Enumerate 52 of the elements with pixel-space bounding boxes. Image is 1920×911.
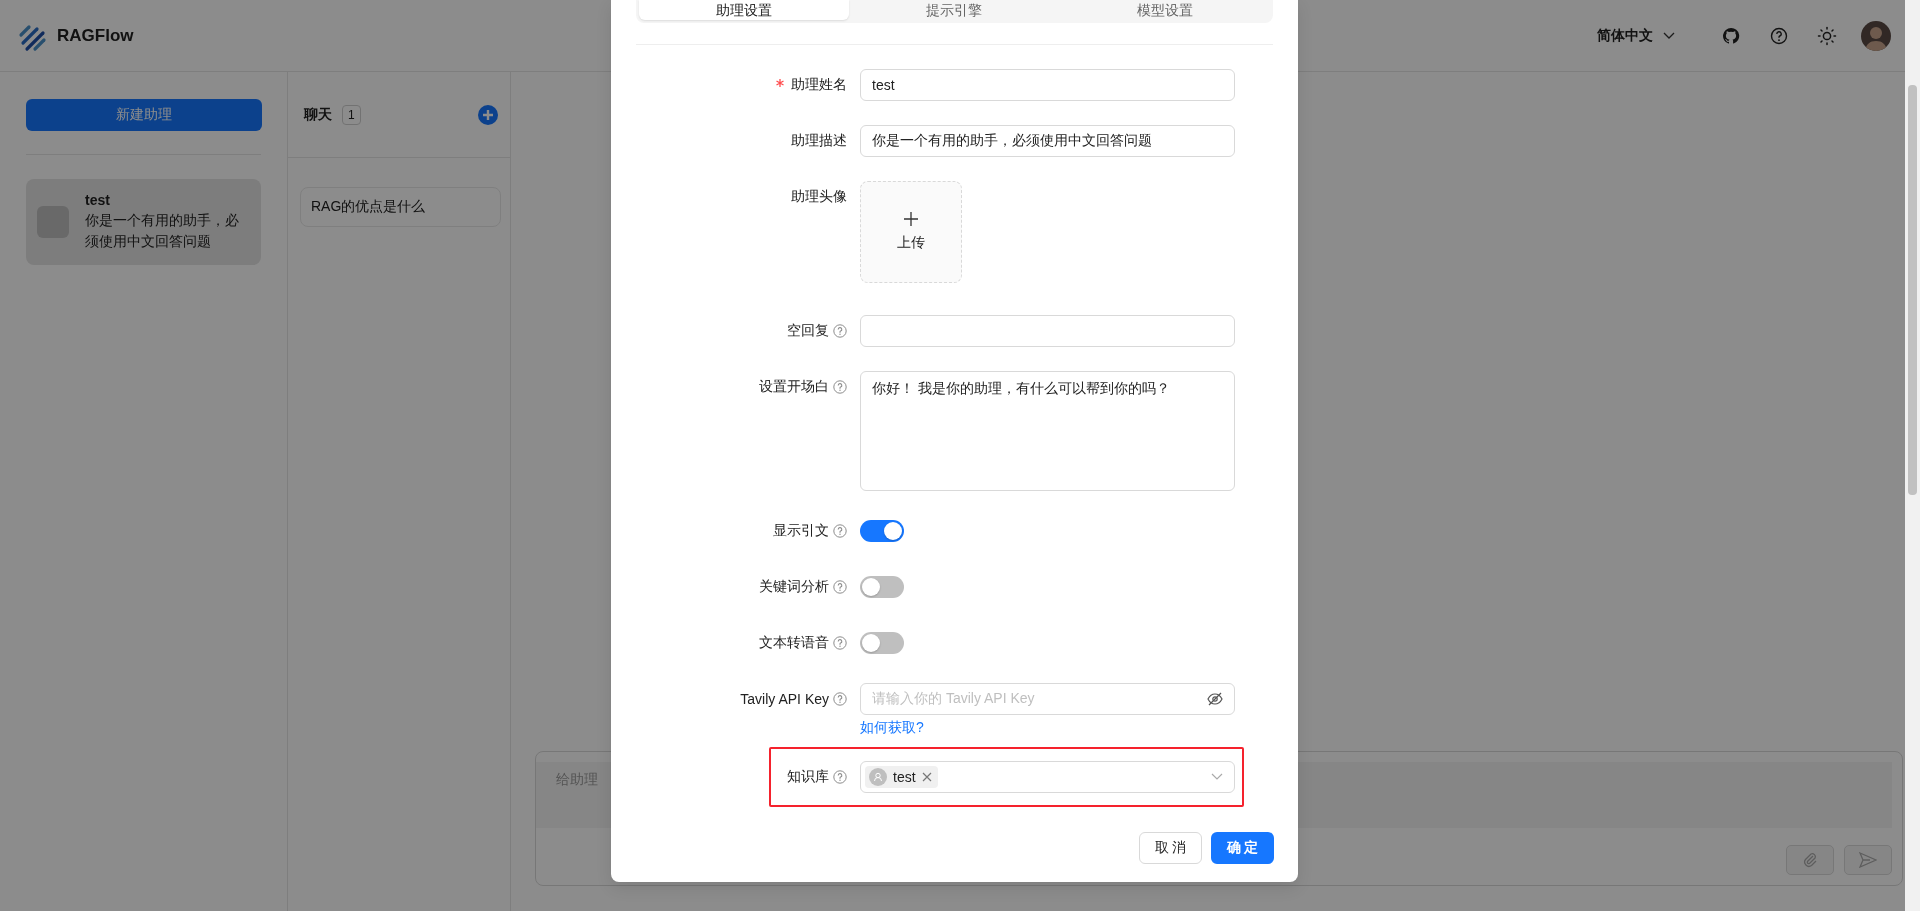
new-assistant-button[interactable]: 新建助理: [26, 99, 262, 131]
text-field[interactable]: test: [860, 69, 1235, 101]
plus-icon: [904, 212, 918, 226]
attach-button[interactable]: [1786, 845, 1834, 875]
chevron-down-icon: [1211, 773, 1223, 781]
assistant-name: test: [85, 192, 111, 208]
settings-tab[interactable]: 提示引擎: [849, 0, 1060, 20]
settings-tab[interactable]: 助理设置: [639, 0, 850, 20]
chat-list-title: 聊天: [304, 105, 332, 124]
assistant-card[interactable]: test 你是一个有用的助手，必须使用中文回答问题: [26, 179, 261, 265]
help-icon[interactable]: [1770, 26, 1788, 45]
confirm-button[interactable]: 确 定: [1211, 832, 1274, 864]
field-label: 文本转语音: [759, 634, 829, 652]
help-link[interactable]: 如何获取?: [860, 719, 924, 737]
toggle-switch[interactable]: [860, 520, 904, 542]
add-circle-icon[interactable]: [478, 104, 498, 125]
field-label: 助理头像: [791, 188, 847, 206]
language-selector[interactable]: 简体中文: [1597, 26, 1675, 45]
text-field[interactable]: [860, 315, 1235, 347]
chevron-down-icon: [1663, 31, 1675, 40]
chat-count: 1: [342, 104, 361, 125]
send-icon: [1859, 852, 1877, 868]
field-label: 空回复: [787, 322, 829, 340]
send-button[interactable]: [1844, 845, 1892, 875]
sun-icon[interactable]: [1817, 25, 1837, 46]
paperclip-icon: [1802, 852, 1818, 868]
field-label: 助理姓名: [791, 76, 847, 94]
field-label: 关键词分析: [759, 578, 829, 596]
chat-item[interactable]: RAG的优点是什么: [300, 187, 501, 227]
close-icon[interactable]: [921, 772, 932, 782]
selected-tag[interactable]: test: [865, 766, 938, 788]
brand-name: RAGFlow: [57, 25, 134, 46]
eye-off-icon[interactable]: [1207, 691, 1223, 707]
textarea-field[interactable]: 你好！ 我是你的助理，有什么可以帮到你的吗？: [860, 371, 1235, 491]
field-label: 显示引文: [773, 522, 829, 540]
text-field[interactable]: 你是一个有用的助手，必须使用中文回答问题: [860, 125, 1235, 157]
assistant-description: 你是一个有用的助手，必须使用中文回答问题: [85, 211, 240, 251]
toggle-switch[interactable]: [860, 576, 904, 598]
settings-tab[interactable]: 模型设置: [1059, 0, 1270, 20]
user-avatar[interactable]: [1861, 20, 1891, 51]
field-label: 设置开场白: [759, 378, 829, 396]
github-icon[interactable]: [1722, 26, 1740, 45]
upload-button[interactable]: 上传: [860, 181, 962, 283]
toggle-switch[interactable]: [860, 632, 904, 654]
user-icon: [869, 768, 887, 786]
field-label: 知识库: [787, 768, 829, 786]
cancel-button[interactable]: 取 消: [1139, 832, 1202, 864]
field-label: Tavily API Key: [740, 691, 829, 707]
scrollbar-thumb[interactable]: [1908, 85, 1917, 495]
scrollbar[interactable]: [1905, 0, 1920, 911]
field-label: 助理描述: [791, 132, 847, 150]
knowledge-base-select[interactable]: test: [860, 761, 1235, 793]
